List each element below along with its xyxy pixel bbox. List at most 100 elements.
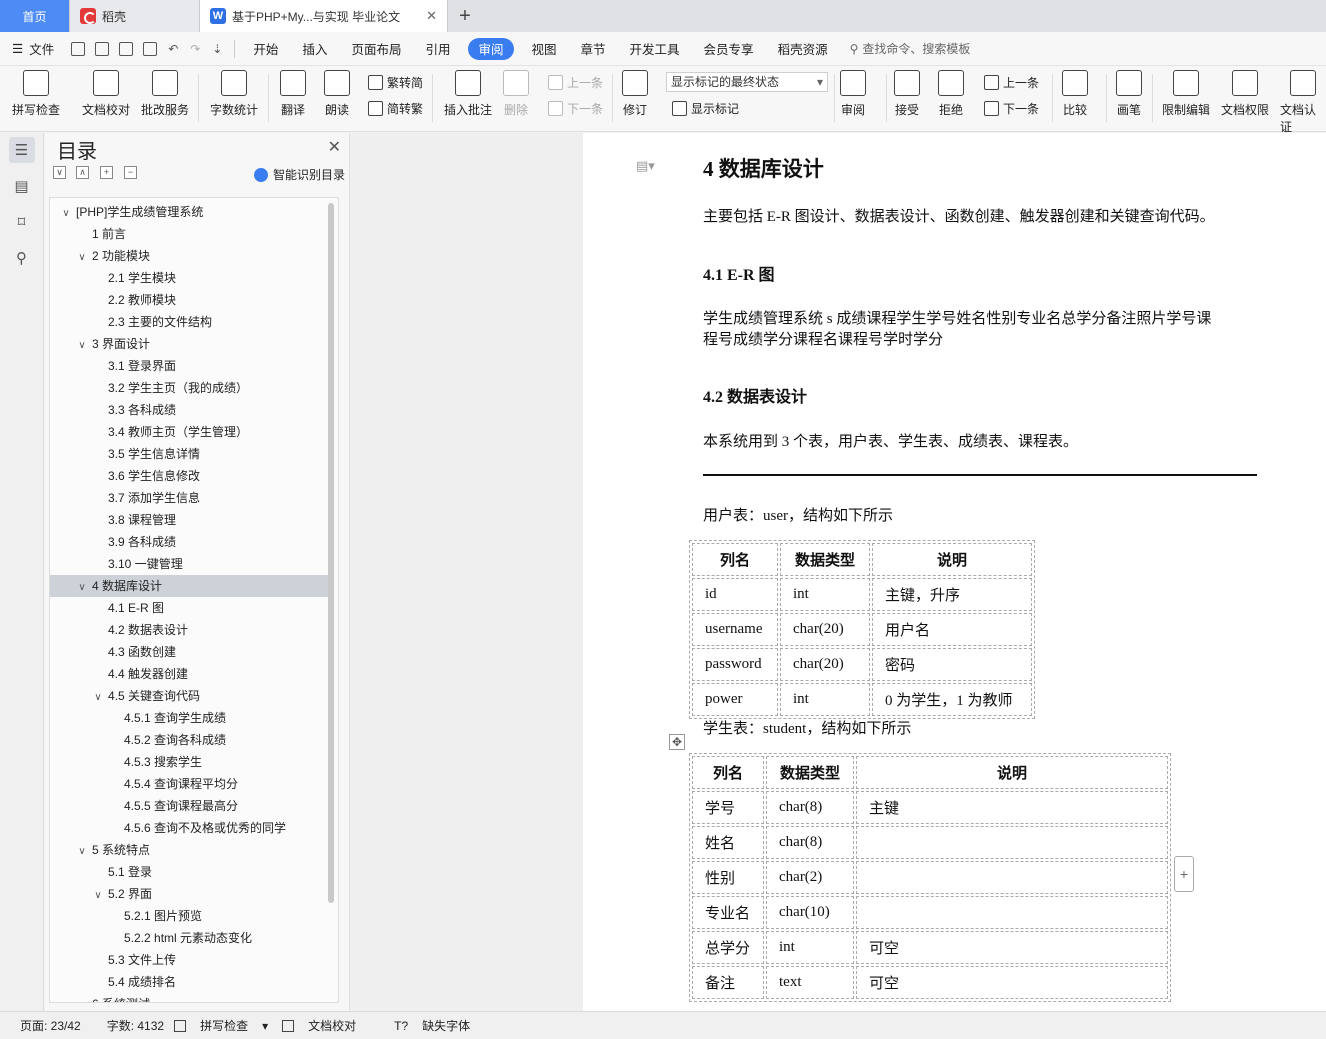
prev-comment-button[interactable]: 上一条 (548, 74, 603, 91)
toc-item[interactable]: 3.3 各科成绩 (50, 399, 332, 421)
translate-button[interactable]: 翻译 (280, 70, 306, 118)
table-cell[interactable]: char(2) (766, 861, 854, 894)
table-header-cell[interactable]: 列名 (692, 543, 778, 576)
toc-item[interactable]: 5.4 成绩排名 (50, 971, 332, 993)
toc-item[interactable]: 5.2.2 html 元素动态变化 (50, 927, 332, 949)
chevron-down-icon[interactable]: ∨ (76, 841, 88, 863)
toc-scrollbar[interactable] (328, 203, 334, 903)
toc-item[interactable]: 4.1 E-R 图 (50, 597, 332, 619)
chevron-down-icon[interactable]: ∨ (60, 203, 72, 225)
menu-item-4[interactable]: 审阅 (468, 37, 514, 60)
toc-item[interactable]: ∨ 4.5 关键查询代码 (50, 685, 332, 707)
missing-font-status[interactable]: T? 缺失字体 (384, 1017, 470, 1034)
ai-toc-button[interactable]: 智能识别目录 (253, 166, 345, 183)
table-cell[interactable]: id (692, 578, 778, 611)
toc-item[interactable]: 2.3 主要的文件结构 (50, 311, 332, 333)
command-search[interactable]: ⚲ 查找命令、搜索模板 (840, 40, 971, 57)
table-cell[interactable]: char(20) (780, 613, 870, 646)
chapter-icon[interactable]: ▤ (9, 173, 35, 199)
student-table[interactable]: 列名 数据类型 说明 学号 char(8) 主键 姓名 char(8) 性别 char(2) 专业名… (689, 753, 1171, 1002)
doc-check-status[interactable]: 文档校对 (282, 1017, 356, 1034)
table-cell[interactable]: char(10) (766, 896, 854, 929)
file-menu[interactable]: ☰ 文件 (0, 38, 66, 60)
read-aloud-button[interactable]: 朗读 (324, 70, 350, 118)
simp-to-trad-button[interactable]: 简转繁 (368, 100, 423, 117)
chevron-down-icon[interactable]: ∨ (76, 247, 88, 269)
export-pdf-icon[interactable] (95, 41, 110, 56)
table-cell[interactable]: 性别 (692, 861, 764, 894)
tab-daoke[interactable]: 稻壳 (70, 0, 200, 32)
table-cell[interactable]: 0 为学生，1 为教师 (872, 683, 1032, 716)
add-column-button[interactable]: + (1174, 856, 1194, 892)
menu-item-5[interactable]: 视图 (520, 38, 569, 60)
menu-item-8[interactable]: 会员专享 (692, 38, 766, 60)
expand-all-icon[interactable]: ∧ (76, 166, 89, 179)
toc-item[interactable]: 4.4 触发器创建 (50, 663, 332, 685)
close-icon[interactable]: ✕ (328, 137, 341, 157)
chevron-down-icon[interactable]: ∨ (76, 577, 88, 599)
toc-item[interactable]: 3.7 添加学生信息 (50, 487, 332, 509)
doc-certify-button[interactable]: 文档认证 (1280, 70, 1326, 135)
table-cell[interactable]: 专业名 (692, 896, 764, 929)
next-comment-button[interactable]: 下一条 (548, 100, 603, 117)
table-cell[interactable]: text (766, 966, 854, 999)
save-icon[interactable] (71, 41, 86, 56)
chevron-down-icon[interactable]: ∨ (76, 335, 88, 357)
user-table[interactable]: 列名 数据类型 说明 id int 主键，升序 username char(20) 用户名 pas… (689, 540, 1035, 719)
new-tab-button[interactable]: + (448, 0, 482, 32)
print-icon[interactable] (119, 41, 134, 56)
toc-item[interactable]: 3.9 各科成绩 (50, 531, 332, 553)
table-cell[interactable]: char(20) (780, 648, 870, 681)
toc-item[interactable]: ∨ 5.2 界面 (50, 883, 332, 905)
tab-close-icon[interactable]: ✕ (426, 8, 437, 24)
table-cell[interactable]: char(8) (766, 826, 854, 859)
toc-item[interactable]: 3.10 一键管理 (50, 553, 332, 575)
document-page[interactable]: ▤▾ 4 数据库设计 主要包括 E-R 图设计、数据表设计、函数创建、触发器创建… (583, 133, 1326, 1011)
toc-item[interactable]: 3.4 教师主页（学生管理） (50, 421, 332, 443)
toc-item[interactable]: ∨ 5 系统特点 (50, 839, 332, 861)
redo-icon[interactable]: ↷ (190, 42, 200, 56)
menu-item-6[interactable]: 章节 (569, 38, 618, 60)
display-state-select[interactable]: 显示标记的最终状态 (666, 72, 828, 92)
toc-item[interactable]: 2.1 学生模块 (50, 267, 332, 289)
table-cell[interactable]: 密码 (872, 648, 1032, 681)
toc-item[interactable]: ∨ 3 界面设计 (50, 333, 332, 355)
toc-icon[interactable]: ☰ (8, 137, 35, 163)
undo-icon[interactable]: ↶ (168, 42, 178, 56)
toc-item[interactable]: 3.8 课程管理 (50, 509, 332, 531)
table-cell[interactable]: 用户名 (872, 613, 1032, 646)
tab-home[interactable]: 首页 (0, 0, 70, 32)
menu-item-1[interactable]: 插入 (290, 38, 339, 60)
prev-change-button[interactable]: 上一条 (984, 74, 1039, 91)
accept-button[interactable]: 接受 (894, 70, 920, 118)
table-header-cell[interactable]: 数据类型 (766, 756, 854, 789)
spellcheck-button[interactable]: 拼写检查 (12, 70, 60, 118)
table-header-cell[interactable]: 数据类型 (780, 543, 870, 576)
menu-item-9[interactable]: 稻壳资源 (766, 38, 840, 60)
customize-arrow-icon[interactable]: ⇣ (212, 42, 222, 56)
table-cell[interactable]: 总学分 (692, 931, 764, 964)
toc-item[interactable]: 5.2.1 图片预览 (50, 905, 332, 927)
toc-item[interactable]: 5.1 登录 (50, 861, 332, 883)
toc-item[interactable]: 3.2 学生主页（我的成绩） (50, 377, 332, 399)
table-cell[interactable]: 主键 (856, 791, 1168, 824)
table-cell[interactable]: int (766, 931, 854, 964)
table-cell[interactable]: 姓名 (692, 826, 764, 859)
tab-document[interactable]: W 基于PHP+My...与实现 毕业论文 ✕ (200, 0, 448, 32)
find-icon[interactable]: ⚲ (9, 245, 35, 271)
table-cell[interactable]: 学号 (692, 791, 764, 824)
table-header-cell[interactable]: 列名 (692, 756, 764, 789)
insert-comment-button[interactable]: 插入批注 (444, 70, 492, 118)
toc-item[interactable]: ∨ [PHP]学生成绩管理系统 (50, 201, 332, 223)
chevron-down-icon[interactable]: ∨ (92, 687, 104, 709)
table-cell[interactable]: int (780, 578, 870, 611)
add-heading-icon[interactable]: + (100, 166, 113, 179)
table-cell[interactable]: int (780, 683, 870, 716)
doc-rights-button[interactable]: 文档权限 (1221, 70, 1269, 118)
track-changes-button[interactable]: 修订 (622, 70, 648, 118)
collapse-all-icon[interactable]: ∨ (53, 166, 66, 179)
menu-item-7[interactable]: 开发工具 (618, 38, 692, 60)
print-preview-icon[interactable] (143, 41, 158, 56)
toc-item[interactable]: 3.5 学生信息详情 (50, 443, 332, 465)
table-cell[interactable]: 备注 (692, 966, 764, 999)
